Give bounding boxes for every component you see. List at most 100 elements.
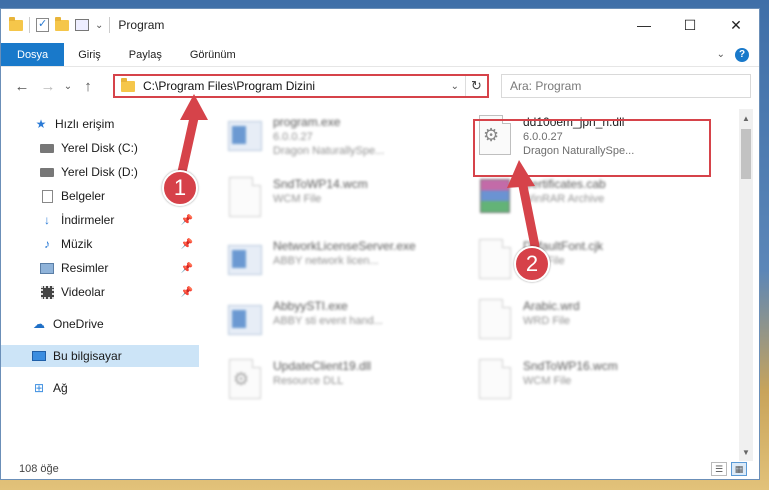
expand-ribbon-icon[interactable]: ⌄ bbox=[717, 49, 725, 60]
file-item[interactable]: SndToWP16.wcm WCM File bbox=[475, 357, 715, 409]
file-item[interactable]: AbbyySTI.exe ABBY sti event hand... bbox=[225, 297, 465, 349]
file-name: NetworkLicenseServer.exe bbox=[273, 239, 416, 253]
tab-home[interactable]: Giriş bbox=[64, 43, 115, 66]
pictures-icon bbox=[39, 261, 55, 275]
file-description: ABBY network licen... bbox=[273, 255, 379, 267]
forward-button[interactable]: → bbox=[35, 73, 61, 99]
app-icon bbox=[225, 297, 265, 343]
dll-gear-icon: ⚙ bbox=[225, 357, 265, 403]
folder-icon bbox=[121, 77, 135, 92]
sidebar-item-label: Bu bilgisayar bbox=[53, 349, 122, 363]
sidebar-item-label: Yerel Disk (D:) bbox=[61, 165, 138, 179]
tiles-view-icon[interactable]: ▦ bbox=[731, 462, 747, 476]
document-icon bbox=[225, 175, 265, 221]
file-name: program.exe bbox=[273, 115, 341, 129]
folder-icon bbox=[9, 16, 23, 31]
refresh-button[interactable]: ↻ bbox=[465, 76, 487, 96]
star-icon: ★ bbox=[35, 117, 47, 131]
close-button[interactable]: ✕ bbox=[713, 9, 759, 41]
minimize-button[interactable]: — bbox=[621, 9, 667, 41]
address-dropdown-icon[interactable]: ⌄ bbox=[451, 81, 459, 92]
cloud-icon: ☁ bbox=[33, 317, 45, 331]
drive-icon bbox=[39, 141, 55, 155]
navigation-bar: ← → ⌄ ↑ C:\Program Files\Program Dizini … bbox=[1, 71, 759, 101]
file-name: Arabic.wrd bbox=[523, 299, 580, 313]
pin-icon[interactable]: 📌 bbox=[181, 215, 193, 226]
search-box[interactable] bbox=[501, 74, 751, 98]
tab-view[interactable]: Görünüm bbox=[176, 43, 250, 66]
ribbon-tabs: Dosya Giriş Paylaş Görünüm ⌄ ? bbox=[1, 43, 759, 67]
file-item[interactable]: SndToWP14.wcm WCM File bbox=[225, 175, 465, 227]
document-icon bbox=[475, 237, 515, 283]
network-icon: ⊞ bbox=[33, 381, 45, 395]
rar-icon bbox=[475, 175, 515, 221]
step-badge-2: 2 bbox=[514, 246, 550, 282]
tab-share[interactable]: Paylaş bbox=[115, 43, 176, 66]
scroll-up-icon[interactable]: ▲ bbox=[739, 111, 753, 125]
properties-icon[interactable] bbox=[36, 17, 49, 32]
music-icon: ♪ bbox=[44, 237, 50, 251]
explorer-window: ⌄ Program — ☐ ✕ Dosya Giriş Paylaş Görün… bbox=[0, 8, 760, 480]
file-type: WCM File bbox=[523, 375, 572, 387]
sidebar-item-pictures[interactable]: Resimler 📌 bbox=[1, 257, 199, 279]
new-folder-icon[interactable] bbox=[55, 16, 69, 31]
file-type: WinRAR Archive bbox=[523, 193, 605, 205]
sidebar-item-network[interactable]: ⊞ Ağ bbox=[1, 377, 199, 399]
file-version: 6.0.0.27 bbox=[273, 131, 313, 143]
file-item[interactable]: DefaultFont.cjk CJK File bbox=[475, 237, 715, 289]
document-icon bbox=[475, 357, 515, 403]
app-icon bbox=[225, 113, 265, 159]
sidebar-item-label: Müzik bbox=[61, 237, 93, 251]
pin-icon[interactable]: 📌 bbox=[181, 263, 193, 274]
videos-icon bbox=[39, 285, 55, 299]
quick-access-toolbar: ⌄ bbox=[9, 16, 111, 33]
sidebar-item-onedrive[interactable]: ☁ OneDrive bbox=[1, 313, 199, 335]
drive-icon bbox=[39, 165, 55, 179]
sidebar-item-local-disk-c[interactable]: Yerel Disk (C:) bbox=[1, 137, 199, 159]
highlight-box-file bbox=[473, 119, 711, 177]
file-item[interactable]: NetworkLicenseServer.exe ABBY network li… bbox=[225, 237, 465, 289]
sidebar-item-this-pc[interactable]: Bu bilgisayar bbox=[1, 345, 199, 367]
up-button[interactable]: ↑ bbox=[75, 73, 101, 99]
pin-icon[interactable]: 📌 bbox=[181, 239, 193, 250]
customize-icon[interactable] bbox=[75, 19, 89, 31]
file-type: Resource DLL bbox=[273, 375, 344, 387]
address-bar[interactable]: C:\Program Files\Program Dizini ⌄ ↻ bbox=[113, 74, 489, 98]
sidebar-item-label: Ağ bbox=[53, 381, 68, 395]
sidebar-item-label: İndirmeler bbox=[61, 213, 115, 227]
file-item[interactable]: program.exe 6.0.0.27 Dragon NaturallySpe… bbox=[225, 113, 465, 165]
file-name: SndToWP16.wcm bbox=[523, 359, 618, 373]
computer-icon bbox=[31, 349, 47, 363]
file-item[interactable]: Certificates.cab WinRAR Archive bbox=[475, 175, 715, 227]
address-path[interactable]: C:\Program Files\Program Dizini bbox=[143, 79, 451, 93]
search-input[interactable] bbox=[510, 79, 730, 93]
scrollbar-thumb[interactable] bbox=[741, 129, 751, 179]
vertical-scrollbar[interactable]: ▲ ▼ bbox=[739, 109, 753, 461]
document-icon bbox=[475, 297, 515, 343]
window-title: Program bbox=[118, 18, 165, 32]
file-item[interactable]: ⚙ UpdateClient19.dll Resource DLL bbox=[225, 357, 465, 409]
back-button[interactable]: ← bbox=[9, 73, 35, 99]
maximize-button[interactable]: ☐ bbox=[667, 9, 713, 41]
sidebar-item-label: Hızlı erişim bbox=[55, 117, 115, 131]
divider bbox=[109, 17, 111, 33]
sidebar-item-downloads[interactable]: ↓ İndirmeler 📌 bbox=[1, 209, 199, 231]
recent-locations-button[interactable]: ⌄ bbox=[61, 73, 75, 99]
file-item[interactable]: Arabic.wrd WRD File bbox=[475, 297, 715, 349]
scroll-down-icon[interactable]: ▼ bbox=[739, 445, 753, 459]
details-view-icon[interactable]: ☰ bbox=[711, 462, 727, 476]
file-description: ABBY sti event hand... bbox=[273, 315, 383, 327]
chevron-down-icon[interactable]: ⌄ bbox=[95, 20, 103, 31]
sidebar-item-music[interactable]: ♪ Müzik 📌 bbox=[1, 233, 199, 255]
item-count: 108 öğe bbox=[19, 463, 59, 475]
app-icon bbox=[225, 237, 265, 283]
file-name: Certificates.cab bbox=[523, 177, 606, 191]
sidebar-item-quick-access[interactable]: ★ Hızlı erişim bbox=[1, 113, 199, 135]
help-icon[interactable]: ? bbox=[735, 47, 749, 62]
pin-icon[interactable]: 📌 bbox=[181, 287, 193, 298]
step-badge-1: 1 bbox=[162, 170, 198, 206]
sidebar-item-label: OneDrive bbox=[53, 317, 104, 331]
sidebar-item-videos[interactable]: Videolar 📌 bbox=[1, 281, 199, 303]
tab-file[interactable]: Dosya bbox=[1, 43, 65, 66]
status-bar: 108 öğe ☰ ▦ bbox=[1, 459, 759, 479]
